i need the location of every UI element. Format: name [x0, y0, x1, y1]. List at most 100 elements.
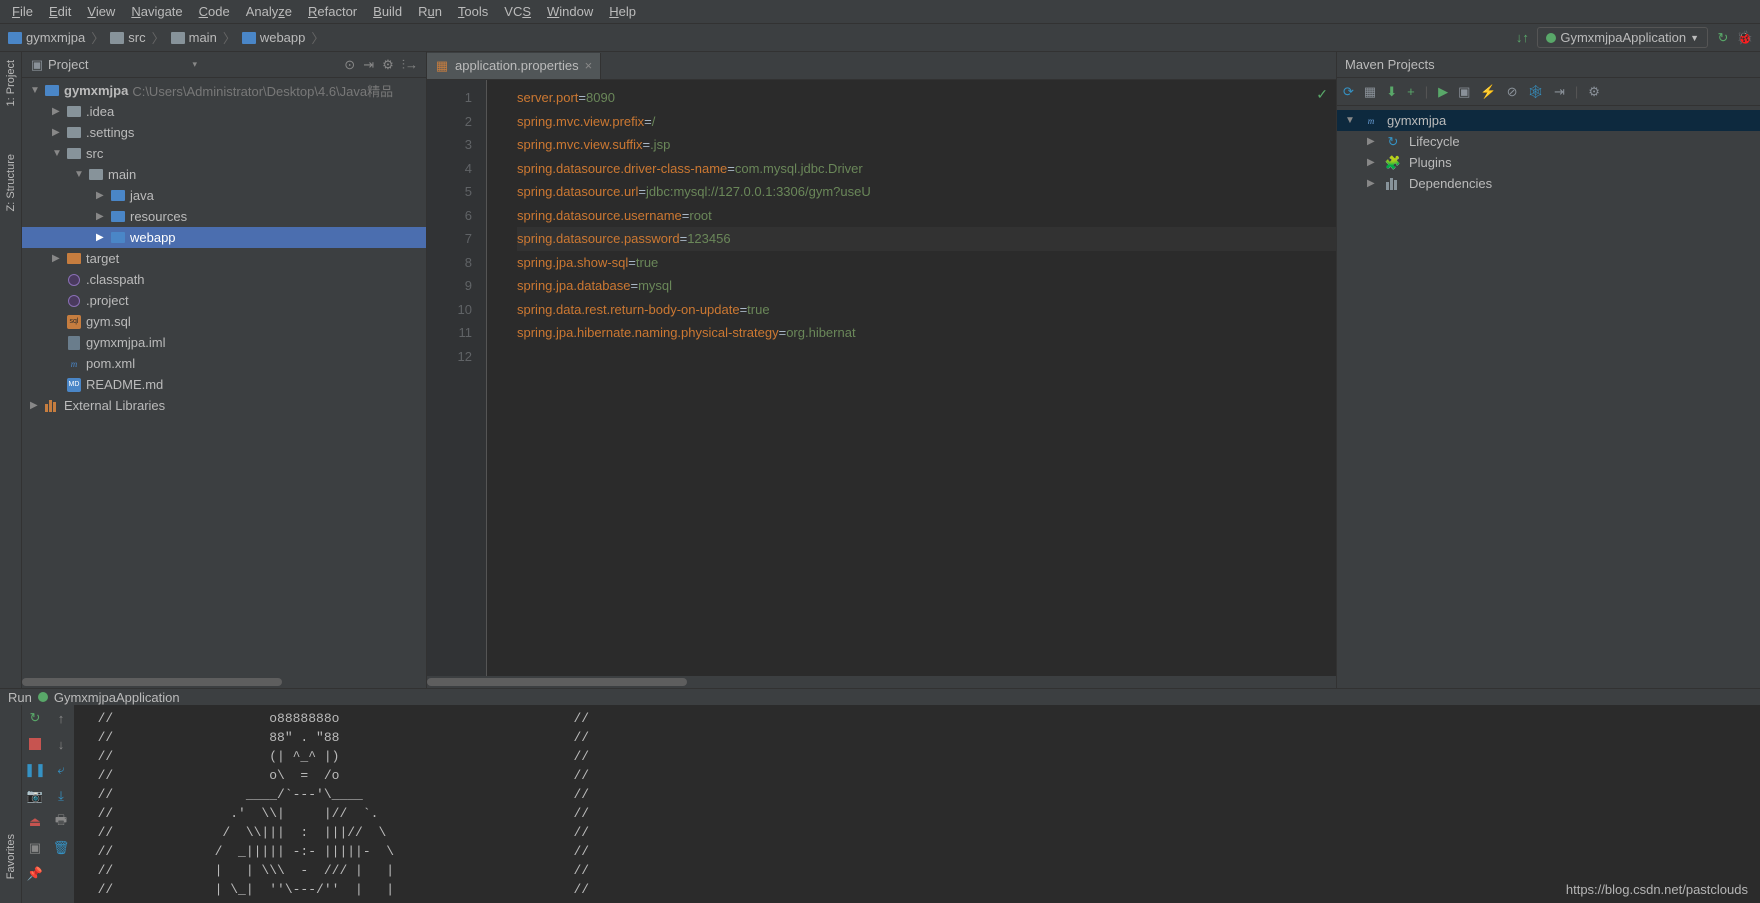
expand-icon[interactable]: ▶: [96, 211, 110, 222]
tree-resources[interactable]: ▶resources: [22, 206, 426, 227]
expand-icon[interactable]: ▶: [52, 127, 66, 138]
tree-pom[interactable]: mpom.xml: [22, 353, 426, 374]
add-icon[interactable]: +: [1407, 84, 1415, 99]
editor-content[interactable]: 123456789101112 server.port=8090spring.m…: [427, 80, 1336, 676]
layout-icon[interactable]: ▣: [26, 839, 44, 857]
gutter-favorites[interactable]: Favorites: [5, 830, 17, 883]
tree-label: target: [86, 251, 119, 266]
tree-target[interactable]: ▶ target: [22, 248, 426, 269]
menu-help[interactable]: Help: [601, 2, 644, 21]
hide-icon[interactable]: ⫶→: [402, 57, 418, 73]
tree-root[interactable]: ▼ gymxmjpa C:\Users\Administrator\Deskto…: [22, 80, 426, 101]
tree-classpath[interactable]: .classpath: [22, 269, 426, 290]
menu-window[interactable]: Window: [539, 2, 601, 21]
menu-vcs[interactable]: VCS: [496, 2, 539, 21]
menu-analyze[interactable]: Analyze: [238, 2, 300, 21]
target-icon[interactable]: ⊙: [344, 57, 355, 73]
download-icon[interactable]: ⬇: [1386, 84, 1397, 100]
tree-settings[interactable]: ▶.settings: [22, 122, 426, 143]
soft-wrap-icon[interactable]: ⤶: [52, 761, 70, 779]
scroll-end-icon[interactable]: ⤓: [52, 787, 70, 805]
inspection-ok-icon[interactable]: ✓: [1316, 86, 1328, 103]
expand-icon[interactable]: ▼: [1345, 115, 1359, 126]
menu-navigate[interactable]: Navigate: [123, 2, 190, 21]
menu-code[interactable]: Code: [191, 2, 238, 21]
execute-goal-icon[interactable]: ▣: [1458, 84, 1470, 100]
show-deps-icon[interactable]: 🕸: [1527, 84, 1544, 100]
collapse-all-icon[interactable]: ⇥: [1554, 84, 1565, 100]
bug-icon[interactable]: 🐞: [1738, 31, 1752, 45]
skip-tests-icon[interactable]: ⊘: [1507, 84, 1518, 100]
gear-icon[interactable]: ⚙: [382, 57, 394, 73]
menu-file[interactable]: File: [4, 2, 41, 21]
tree-idea[interactable]: ▶.idea: [22, 101, 426, 122]
expand-icon[interactable]: ▶: [52, 106, 66, 117]
expand-icon[interactable]: ▶: [52, 253, 66, 264]
pause-icon[interactable]: ❚❚: [26, 761, 44, 779]
vcs-update-icon[interactable]: ↓↑: [1515, 31, 1529, 45]
editor-tab-application-properties[interactable]: ▦ application.properties ×: [427, 53, 601, 79]
breadcrumb-main[interactable]: main: [171, 30, 217, 45]
breadcrumb-webapp[interactable]: webapp: [242, 30, 306, 45]
expand-icon[interactable]: ▶: [1367, 136, 1381, 147]
settings-icon[interactable]: ⚙: [1588, 84, 1600, 100]
gutter-project[interactable]: 1: Project: [5, 56, 17, 110]
exit-icon[interactable]: ⏏: [26, 813, 44, 831]
menu-edit[interactable]: Edit: [41, 2, 79, 21]
chevron-down-icon[interactable]: ▾: [192, 59, 197, 70]
tree-external-libs[interactable]: ▶External Libraries: [22, 395, 426, 416]
breadcrumb-src[interactable]: src: [110, 30, 145, 45]
project-tree[interactable]: ▼ gymxmjpa C:\Users\Administrator\Deskto…: [22, 78, 426, 676]
reimport-icon[interactable]: ⟳: [1343, 84, 1354, 100]
run-config-selector[interactable]: GymxmjpaApplication ▼: [1537, 27, 1708, 48]
menu-tools[interactable]: Tools: [450, 2, 496, 21]
menu-refactor[interactable]: Refactor: [300, 2, 365, 21]
expand-icon[interactable]: ▶: [30, 400, 44, 411]
tree-iml[interactable]: gymxmjpa.iml: [22, 332, 426, 353]
menu-view[interactable]: View: [79, 2, 123, 21]
gutter-structure[interactable]: Z: Structure: [5, 150, 17, 215]
maven-tree[interactable]: ▼ m gymxmjpa ▶↻Lifecycle ▶🧩Plugins ▶Depe…: [1337, 106, 1760, 198]
tree-main[interactable]: ▼main: [22, 164, 426, 185]
tree-project-file[interactable]: .project: [22, 290, 426, 311]
expand-icon[interactable]: ▶: [96, 190, 110, 201]
down-icon[interactable]: ↓: [52, 735, 70, 753]
maven-lifecycle[interactable]: ▶↻Lifecycle: [1337, 131, 1760, 152]
generate-sources-icon[interactable]: ▦: [1364, 84, 1376, 100]
project-hscroll[interactable]: [22, 676, 426, 688]
pin-icon[interactable]: 📌: [26, 865, 44, 883]
tree-readme[interactable]: MDREADME.md: [22, 374, 426, 395]
close-icon[interactable]: ×: [585, 58, 593, 73]
toggle-offline-icon[interactable]: ⚡: [1480, 84, 1496, 100]
tree-src[interactable]: ▼src: [22, 143, 426, 164]
dump-threads-icon[interactable]: 📷: [26, 787, 44, 805]
expand-icon[interactable]: ▼: [52, 148, 66, 159]
expand-icon[interactable]: ▶: [96, 232, 110, 243]
tree-gymsql[interactable]: sqlgym.sql: [22, 311, 426, 332]
collapse-icon[interactable]: ⇥: [363, 57, 374, 73]
code-area[interactable]: server.port=8090spring.mvc.view.prefix=/…: [487, 80, 1336, 676]
maven-root[interactable]: ▼ m gymxmjpa: [1337, 110, 1760, 131]
expand-icon[interactable]: ▼: [30, 85, 44, 96]
project-view-icon[interactable]: ▣: [30, 58, 44, 72]
menu-build[interactable]: Build: [365, 2, 410, 21]
expand-icon[interactable]: ▶: [1367, 157, 1381, 168]
rerun-icon[interactable]: ↻: [26, 709, 44, 727]
breadcrumb-root[interactable]: gymxmjpa: [8, 30, 85, 45]
editor-hscroll[interactable]: [427, 676, 1336, 688]
run-config-label: GymxmjpaApplication: [1560, 30, 1686, 45]
tree-java[interactable]: ▶java: [22, 185, 426, 206]
run-icon[interactable]: ▶: [1438, 84, 1448, 100]
stop-button[interactable]: [26, 735, 44, 753]
expand-icon[interactable]: ▼: [74, 169, 88, 180]
tree-webapp[interactable]: ▶webapp: [22, 227, 426, 248]
relaunch-icon[interactable]: ↻: [1716, 31, 1730, 45]
up-icon[interactable]: ↑: [52, 709, 70, 727]
menu-run[interactable]: Run: [410, 2, 450, 21]
console-output[interactable]: // o8888888o // // 88" . "88 // // (| ^_…: [74, 705, 1760, 903]
print-icon[interactable]: 🖶: [52, 813, 70, 831]
clear-icon[interactable]: 🗑: [52, 839, 70, 857]
maven-plugins[interactable]: ▶🧩Plugins: [1337, 152, 1760, 173]
expand-icon[interactable]: ▶: [1367, 178, 1381, 189]
maven-dependencies[interactable]: ▶Dependencies: [1337, 173, 1760, 194]
